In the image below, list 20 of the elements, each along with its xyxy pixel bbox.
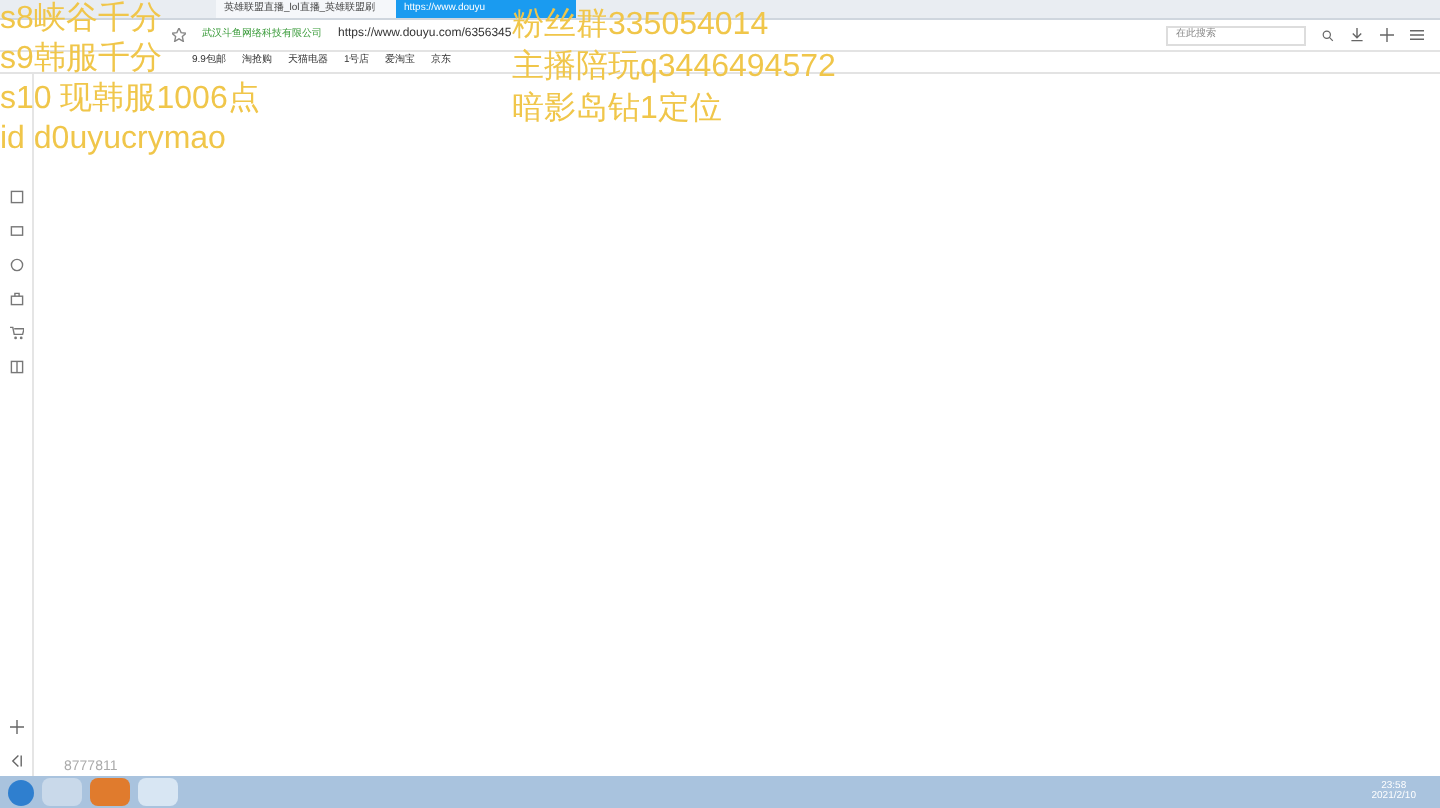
chat-icon[interactable] — [9, 258, 23, 272]
plus-icon[interactable] — [9, 720, 23, 734]
search-icon[interactable] — [1322, 29, 1334, 41]
overlay-text: s8峡谷千分 — [0, 0, 162, 40]
overlay-text: 暗影岛钻1定位 — [512, 89, 722, 130]
plus-icon[interactable] — [1380, 28, 1394, 42]
overlay-text: 主播陪玩q3446494572 — [512, 47, 836, 88]
download-icon[interactable] — [1350, 28, 1364, 42]
menu-icon[interactable] — [1410, 28, 1424, 42]
overlay-text: s10 现韩服1006点 — [0, 80, 260, 120]
cart-icon[interactable] — [9, 326, 23, 340]
sidebar-icon[interactable] — [9, 360, 23, 374]
start-button[interactable] — [8, 779, 34, 805]
sidebar-icon[interactable] — [9, 190, 23, 204]
star-icon[interactable] — [172, 28, 186, 42]
briefcase-icon[interactable] — [9, 292, 23, 306]
collapse-icon[interactable] — [9, 754, 23, 768]
overlay-text: id d0uyucrymao — [0, 120, 226, 160]
sidebar-icon[interactable] — [9, 224, 23, 238]
overlay-text: s9韩服千分 — [0, 40, 162, 80]
